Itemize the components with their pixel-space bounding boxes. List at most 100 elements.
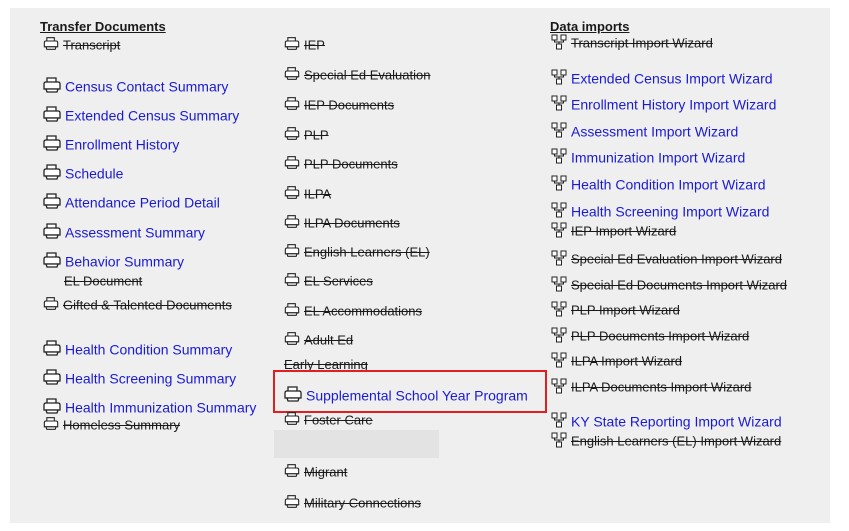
import-wizard-icon (551, 432, 567, 451)
program-doc-label: PLP Documents (304, 156, 398, 172)
transfer-doc-label: EL Document (64, 273, 143, 289)
transfer-doc-label: Extended Census Summary (65, 107, 240, 124)
printer-icon (42, 368, 62, 389)
program-doc-item: ILPA (283, 185, 331, 203)
program-doc-item: IEP (283, 36, 325, 54)
transfer-doc-label: Health Screening Summary (65, 370, 237, 387)
transfer-doc-item[interactable]: Enrollment History (42, 134, 179, 155)
import-wizard-icon (551, 352, 567, 371)
transfer-doc-item[interactable]: Schedule (42, 163, 123, 184)
transfer-doc-item: EL Document (64, 272, 142, 289)
import-wizard-item[interactable]: Health Condition Import Wizard (551, 175, 766, 194)
program-doc-item: IEP Documents (283, 96, 394, 114)
printer-icon (42, 251, 62, 272)
program-doc-item: Migrant (283, 463, 347, 481)
import-wizard-label: ILPA Documents Import Wizard (571, 379, 752, 395)
import-wizard-icon (551, 301, 567, 320)
import-wizard-item: IEP Import Wizard (551, 222, 676, 241)
import-wizard-label: Health Condition Import Wizard (571, 176, 766, 193)
transfer-doc-label: Schedule (65, 165, 124, 182)
transfer-doc-item[interactable]: Attendance Period Detail (42, 192, 220, 213)
program-doc-label: PLP (304, 127, 329, 143)
import-wizard-item: PLP Documents Import Wizard (551, 327, 749, 346)
import-wizard-label: Immunization Import Wizard (571, 149, 746, 166)
import-wizard-icon (551, 327, 567, 346)
program-doc-item: English Learners (EL) (283, 243, 430, 261)
printer-icon (283, 463, 301, 481)
transfer-doc-label: Gifted & Talented Documents (63, 297, 232, 313)
program-doc-item: Adult Ed (283, 331, 353, 349)
program-doc-label: Special Ed Evaluation (304, 67, 431, 83)
transfer-doc-label: Attendance Period Detail (65, 194, 220, 211)
import-wizard-label: PLP Documents Import Wizard (571, 328, 750, 344)
printer-icon (42, 192, 62, 213)
program-doc-label: ILPA (304, 186, 332, 202)
import-wizard-item[interactable]: Extended Census Import Wizard (551, 69, 773, 88)
transfer-doc-item[interactable]: Behavior Summary (42, 251, 184, 272)
program-doc-item: Foster Care (283, 411, 373, 429)
import-wizard-label: Special Ed Documents Import Wizard (571, 277, 788, 293)
printer-icon (283, 494, 301, 512)
transfer-doc-label: Enrollment History (65, 136, 180, 153)
program-doc-label: Supplemental School Year Program (306, 387, 528, 404)
printer-icon (42, 397, 62, 418)
import-wizard-label: Enrollment History Import Wizard (571, 96, 777, 113)
import-wizard-item: Transcript Import Wizard (551, 34, 713, 53)
printer-icon (283, 385, 303, 406)
printer-icon (42, 105, 62, 126)
transfer-doc-item[interactable]: Census Contact Summary (42, 76, 228, 97)
program-doc-label: Foster Care (304, 412, 373, 428)
import-wizard-item: Special Ed Evaluation Import Wizard (551, 250, 782, 269)
import-wizard-label: PLP Import Wizard (571, 302, 680, 318)
transfer-doc-label: Health Immunization Summary (65, 399, 257, 416)
program-doc-item[interactable]: Supplemental School Year Program (283, 385, 528, 406)
import-wizard-icon (551, 34, 567, 53)
import-wizard-item[interactable]: Health Screening Import Wizard (551, 202, 769, 221)
import-wizard-label: Special Ed Evaluation Import Wizard (571, 251, 782, 267)
transfer-doc-item[interactable]: Extended Census Summary (42, 105, 239, 126)
printer-icon (283, 331, 301, 349)
program-doc-label: IEP (304, 37, 325, 53)
program-doc-item: ILPA Documents (283, 214, 400, 232)
program-doc-item: PLP (283, 126, 329, 144)
printer-icon (283, 155, 301, 173)
transfer-doc-item[interactable]: Assessment Summary (42, 222, 205, 243)
import-wizard-icon (551, 250, 567, 269)
data-imports-heading: Data imports (550, 19, 630, 34)
import-wizard-item[interactable]: Immunization Import Wizard (551, 148, 745, 167)
program-doc-label: ILPA Documents (304, 215, 400, 231)
printer-icon (283, 66, 301, 84)
transfer-doc-item[interactable]: Health Screening Summary (42, 368, 236, 389)
transfer-doc-label: Transcript (63, 37, 121, 53)
import-wizard-label: ILPA Import Wizard (571, 353, 683, 369)
printer-icon (283, 272, 301, 290)
import-wizard-icon (551, 122, 567, 141)
transfer-doc-label: Census Contact Summary (65, 78, 229, 95)
blank-bar (274, 430, 439, 458)
printer-icon (283, 126, 301, 144)
transfer-doc-label: Behavior Summary (65, 253, 185, 270)
printer-icon (283, 36, 301, 54)
printer-icon (42, 134, 62, 155)
import-wizard-icon (551, 412, 567, 431)
import-wizard-item[interactable]: Assessment Import Wizard (551, 122, 738, 141)
import-wizard-icon (551, 148, 567, 167)
program-doc-label: Adult Ed (304, 332, 354, 348)
transfer-doc-label: Homeless Summary (63, 417, 181, 433)
transfer-doc-item[interactable]: Health Immunization Summary (42, 397, 256, 418)
import-wizard-item: ILPA Documents Import Wizard (551, 378, 751, 397)
import-wizard-icon (551, 378, 567, 397)
import-wizard-label: Transcript Import Wizard (571, 35, 713, 51)
transfer-doc-item[interactable]: Health Condition Summary (42, 339, 232, 360)
transfer-documents-heading: Transfer Documents (40, 19, 166, 34)
program-doc-label: English Learners (EL) (304, 244, 430, 260)
import-wizard-item[interactable]: Enrollment History Import Wizard (551, 95, 776, 114)
printer-icon (42, 163, 62, 184)
import-wizard-item[interactable]: KY State Reporting Import Wizard (551, 412, 782, 431)
program-doc-label: Military Connections (304, 495, 422, 511)
printer-icon (42, 222, 62, 243)
transfer-doc-label: Health Condition Summary (65, 341, 233, 358)
program-doc-item: EL Services (283, 272, 373, 290)
import-wizard-item: English Learners (EL) Import Wizard (551, 432, 781, 451)
import-wizard-label: Extended Census Import Wizard (571, 70, 773, 87)
